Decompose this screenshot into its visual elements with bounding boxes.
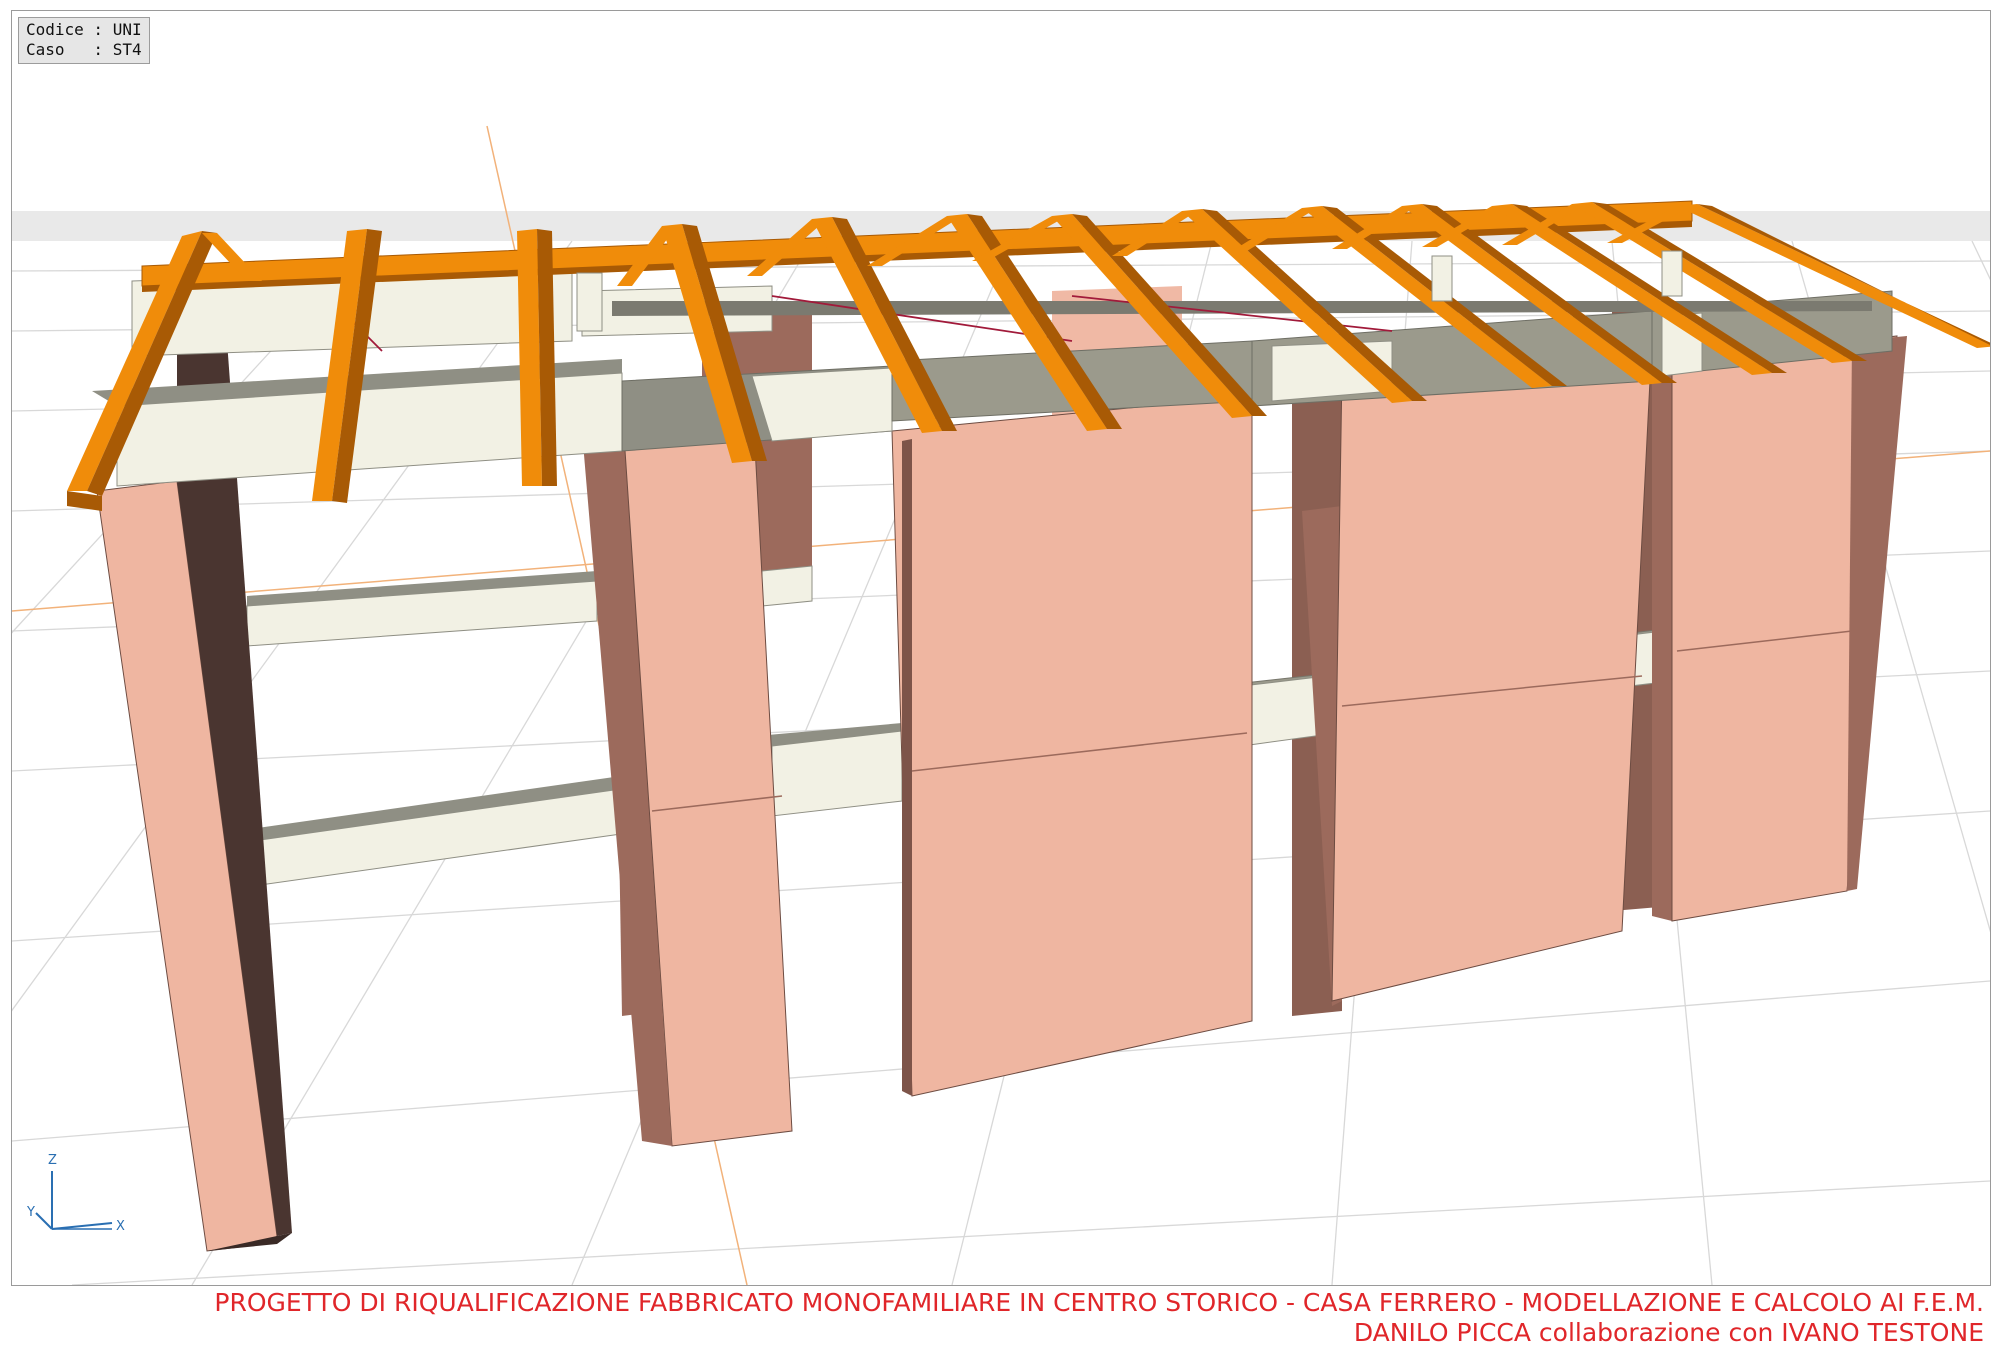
fem-model-scene: [12, 125, 1990, 1285]
wall-panel-2: [891, 395, 1253, 1097]
codice-row: Codice : UNI: [26, 20, 142, 39]
wall-panel-4: [1652, 335, 1907, 922]
load-case-info-box: Codice : UNI Caso : ST4: [18, 17, 150, 64]
y-axis-label: Y: [27, 1205, 35, 1220]
caso-row: Caso : ST4: [26, 40, 142, 59]
codice-value: UNI: [112, 20, 142, 39]
axis-triad: Z Y X: [22, 1141, 142, 1241]
3d-viewport[interactable]: Codice : UNI Caso : ST4 Z Y X: [11, 10, 1991, 1286]
caso-value: ST4: [112, 40, 142, 59]
caso-label: Caso: [26, 40, 65, 59]
codice-label: Codice: [26, 20, 84, 39]
wall-panel-3: [1302, 340, 1653, 1006]
project-title: PROGETTO DI RIQUALIFICAZIONE FABBRICATO …: [214, 1288, 1984, 1317]
z-axis-label: Z: [48, 1153, 57, 1168]
project-credits: DANILO PICCA collaborazione con IVANO TE…: [1353, 1318, 1984, 1347]
project-footer: PROGETTO DI RIQUALIFICAZIONE FABBRICATO …: [0, 1288, 1984, 1348]
x-axis-label: X: [116, 1219, 125, 1234]
